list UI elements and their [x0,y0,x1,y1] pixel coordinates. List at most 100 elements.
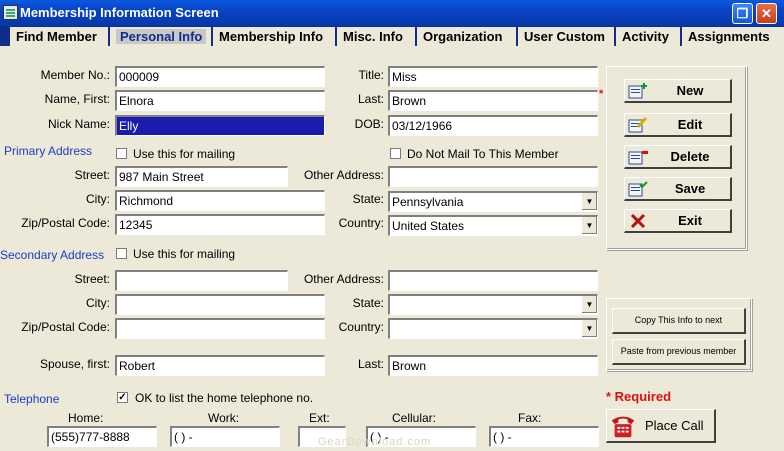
secondary-country-label: Country: [338,320,384,334]
work-phone-label: Work: [208,411,240,425]
close-button[interactable]: ✕ [756,3,777,24]
secondary-use-mailing-checkbox[interactable] [116,248,127,259]
title-field[interactable]: Miss [388,66,598,87]
primary-use-mailing-checkbox[interactable] [116,148,127,159]
first-name-label: Name, First: [44,92,110,106]
nick-name-field[interactable]: Elly [115,115,325,136]
chevron-down-icon[interactable]: ▼ [581,296,597,313]
fax-label: Fax: [518,411,542,425]
edit-button-label: Edit [677,117,703,132]
primary-city-field[interactable]: Richmond [115,190,325,211]
last-name-field[interactable]: Brown [388,90,598,111]
first-name-field[interactable]: Elnora [115,90,325,111]
chevron-down-icon[interactable]: ▼ [581,320,597,337]
new-record-icon [628,83,647,99]
chevron-down-icon[interactable]: ▼ [581,217,597,234]
dob-field[interactable]: 03/12/1966 [388,115,598,136]
tab-activity[interactable]: Activity [616,27,682,46]
tab-user-custom[interactable]: User Custom [518,27,616,46]
save-button[interactable]: Save [624,177,732,201]
telephone-heading: Telephone [4,392,60,406]
restore-button[interactable]: ❐ [732,3,753,24]
tab-personal-info[interactable]: Personal Info [110,27,213,46]
title-label: Title: [358,68,384,82]
tab-membership-info[interactable]: Membership Info [213,27,337,46]
required-legend: * Required [606,389,672,404]
primary-address-heading: Primary Address [4,144,93,158]
edit-record-icon [628,117,648,133]
member-no-field[interactable]: 000009 [115,66,325,87]
tab-find-member[interactable]: Find Member [10,27,110,46]
exit-x-icon [630,213,646,229]
cellular-label: Cellular: [392,411,437,425]
dob-label: DOB: [354,117,384,131]
watermark: GearDownload.com [318,436,432,448]
primary-city-label: City: [86,192,110,206]
spouse-last-label: Last: [357,357,384,371]
exit-button-label: Exit [678,213,702,228]
paste-previous-member-button[interactable]: Paste from previous member [612,339,746,365]
secondary-state-select[interactable]: ▼ [388,294,598,315]
secondary-country-select[interactable]: ▼ [388,318,598,339]
spouse-first-field[interactable]: Robert [115,355,325,376]
copy-info-next-button[interactable]: Copy This Info to next [612,308,746,334]
save-record-icon [628,181,648,197]
exit-button[interactable]: Exit [624,209,732,233]
primary-country-label: Country: [338,216,384,230]
delete-record-icon [628,151,648,165]
primary-state-select[interactable]: Pennsylvania ▼ [388,191,598,212]
tab-organization[interactable]: Organization [417,27,518,46]
last-name-label: Last: [357,92,384,106]
restore-icon: ❐ [736,6,749,21]
do-not-mail-label: Do Not Mail To This Member [407,147,559,161]
delete-button-label: Delete [670,149,710,164]
ext-label: Ext: [309,411,330,425]
telephone-icon [611,416,635,438]
spouse-last-field[interactable]: Brown [388,355,598,376]
fax-field[interactable]: ( ) - [489,426,599,447]
secondary-address-heading: Secondary Address [0,248,105,262]
secondary-city-label: City: [86,296,110,310]
ok-list-phone-label: OK to list the home telephone no. [135,391,314,405]
chevron-down-icon[interactable]: ▼ [581,193,597,210]
app-icon [3,5,18,20]
home-phone-field[interactable]: (555)777-8888 [47,426,157,447]
do-not-mail-checkbox[interactable] [390,148,401,159]
secondary-street-field[interactable] [115,270,288,291]
title-bar: Membership Information Screen ❐ ✕ [0,0,784,26]
required-marker: * [599,88,604,100]
close-icon: ✕ [761,6,772,21]
primary-street-label: Street: [74,168,110,182]
primary-zip-label: Zip/Postal Code: [21,216,110,230]
primary-other-address-field[interactable] [388,166,598,187]
tab-misc-info[interactable]: Misc. Info [337,27,417,46]
delete-button[interactable]: Delete [624,145,732,169]
primary-state-value: Pennsylvania [392,195,464,209]
secondary-street-label: Street: [74,272,110,286]
primary-state-label: State: [352,192,384,206]
secondary-use-mailing-label: Use this for mailing [133,247,236,261]
secondary-other-address-field[interactable] [388,270,598,291]
work-phone-field[interactable]: ( ) - [170,426,280,447]
edit-button[interactable]: Edit [624,113,732,137]
primary-street-field[interactable]: 987 Main Street [115,166,288,187]
secondary-city-field[interactable] [115,294,325,315]
new-button[interactable]: New [624,79,732,103]
primary-country-value: United States [392,219,465,233]
primary-zip-field[interactable]: 12345 [115,214,325,235]
new-button-label: New [676,83,704,98]
secondary-zip-label: Zip/Postal Code: [21,320,110,334]
place-call-button[interactable]: Place Call [606,409,716,443]
home-phone-label: Home: [68,411,104,425]
primary-country-select[interactable]: United States ▼ [388,215,598,236]
spouse-first-label: Spouse, first: [39,357,110,371]
tab-personal-info-label: Personal Info [116,29,207,44]
window-title: Membership Information Screen [20,5,219,20]
secondary-other-address-label: Other Address: [303,272,384,286]
nick-name-label: Nick Name: [47,117,110,131]
ok-list-phone-checkbox[interactable]: ✓ [117,392,128,403]
tab-assignments[interactable]: Assignments [682,27,784,46]
place-call-label: Place Call [645,418,704,433]
save-button-label: Save [674,181,706,196]
secondary-zip-field[interactable] [115,318,325,339]
